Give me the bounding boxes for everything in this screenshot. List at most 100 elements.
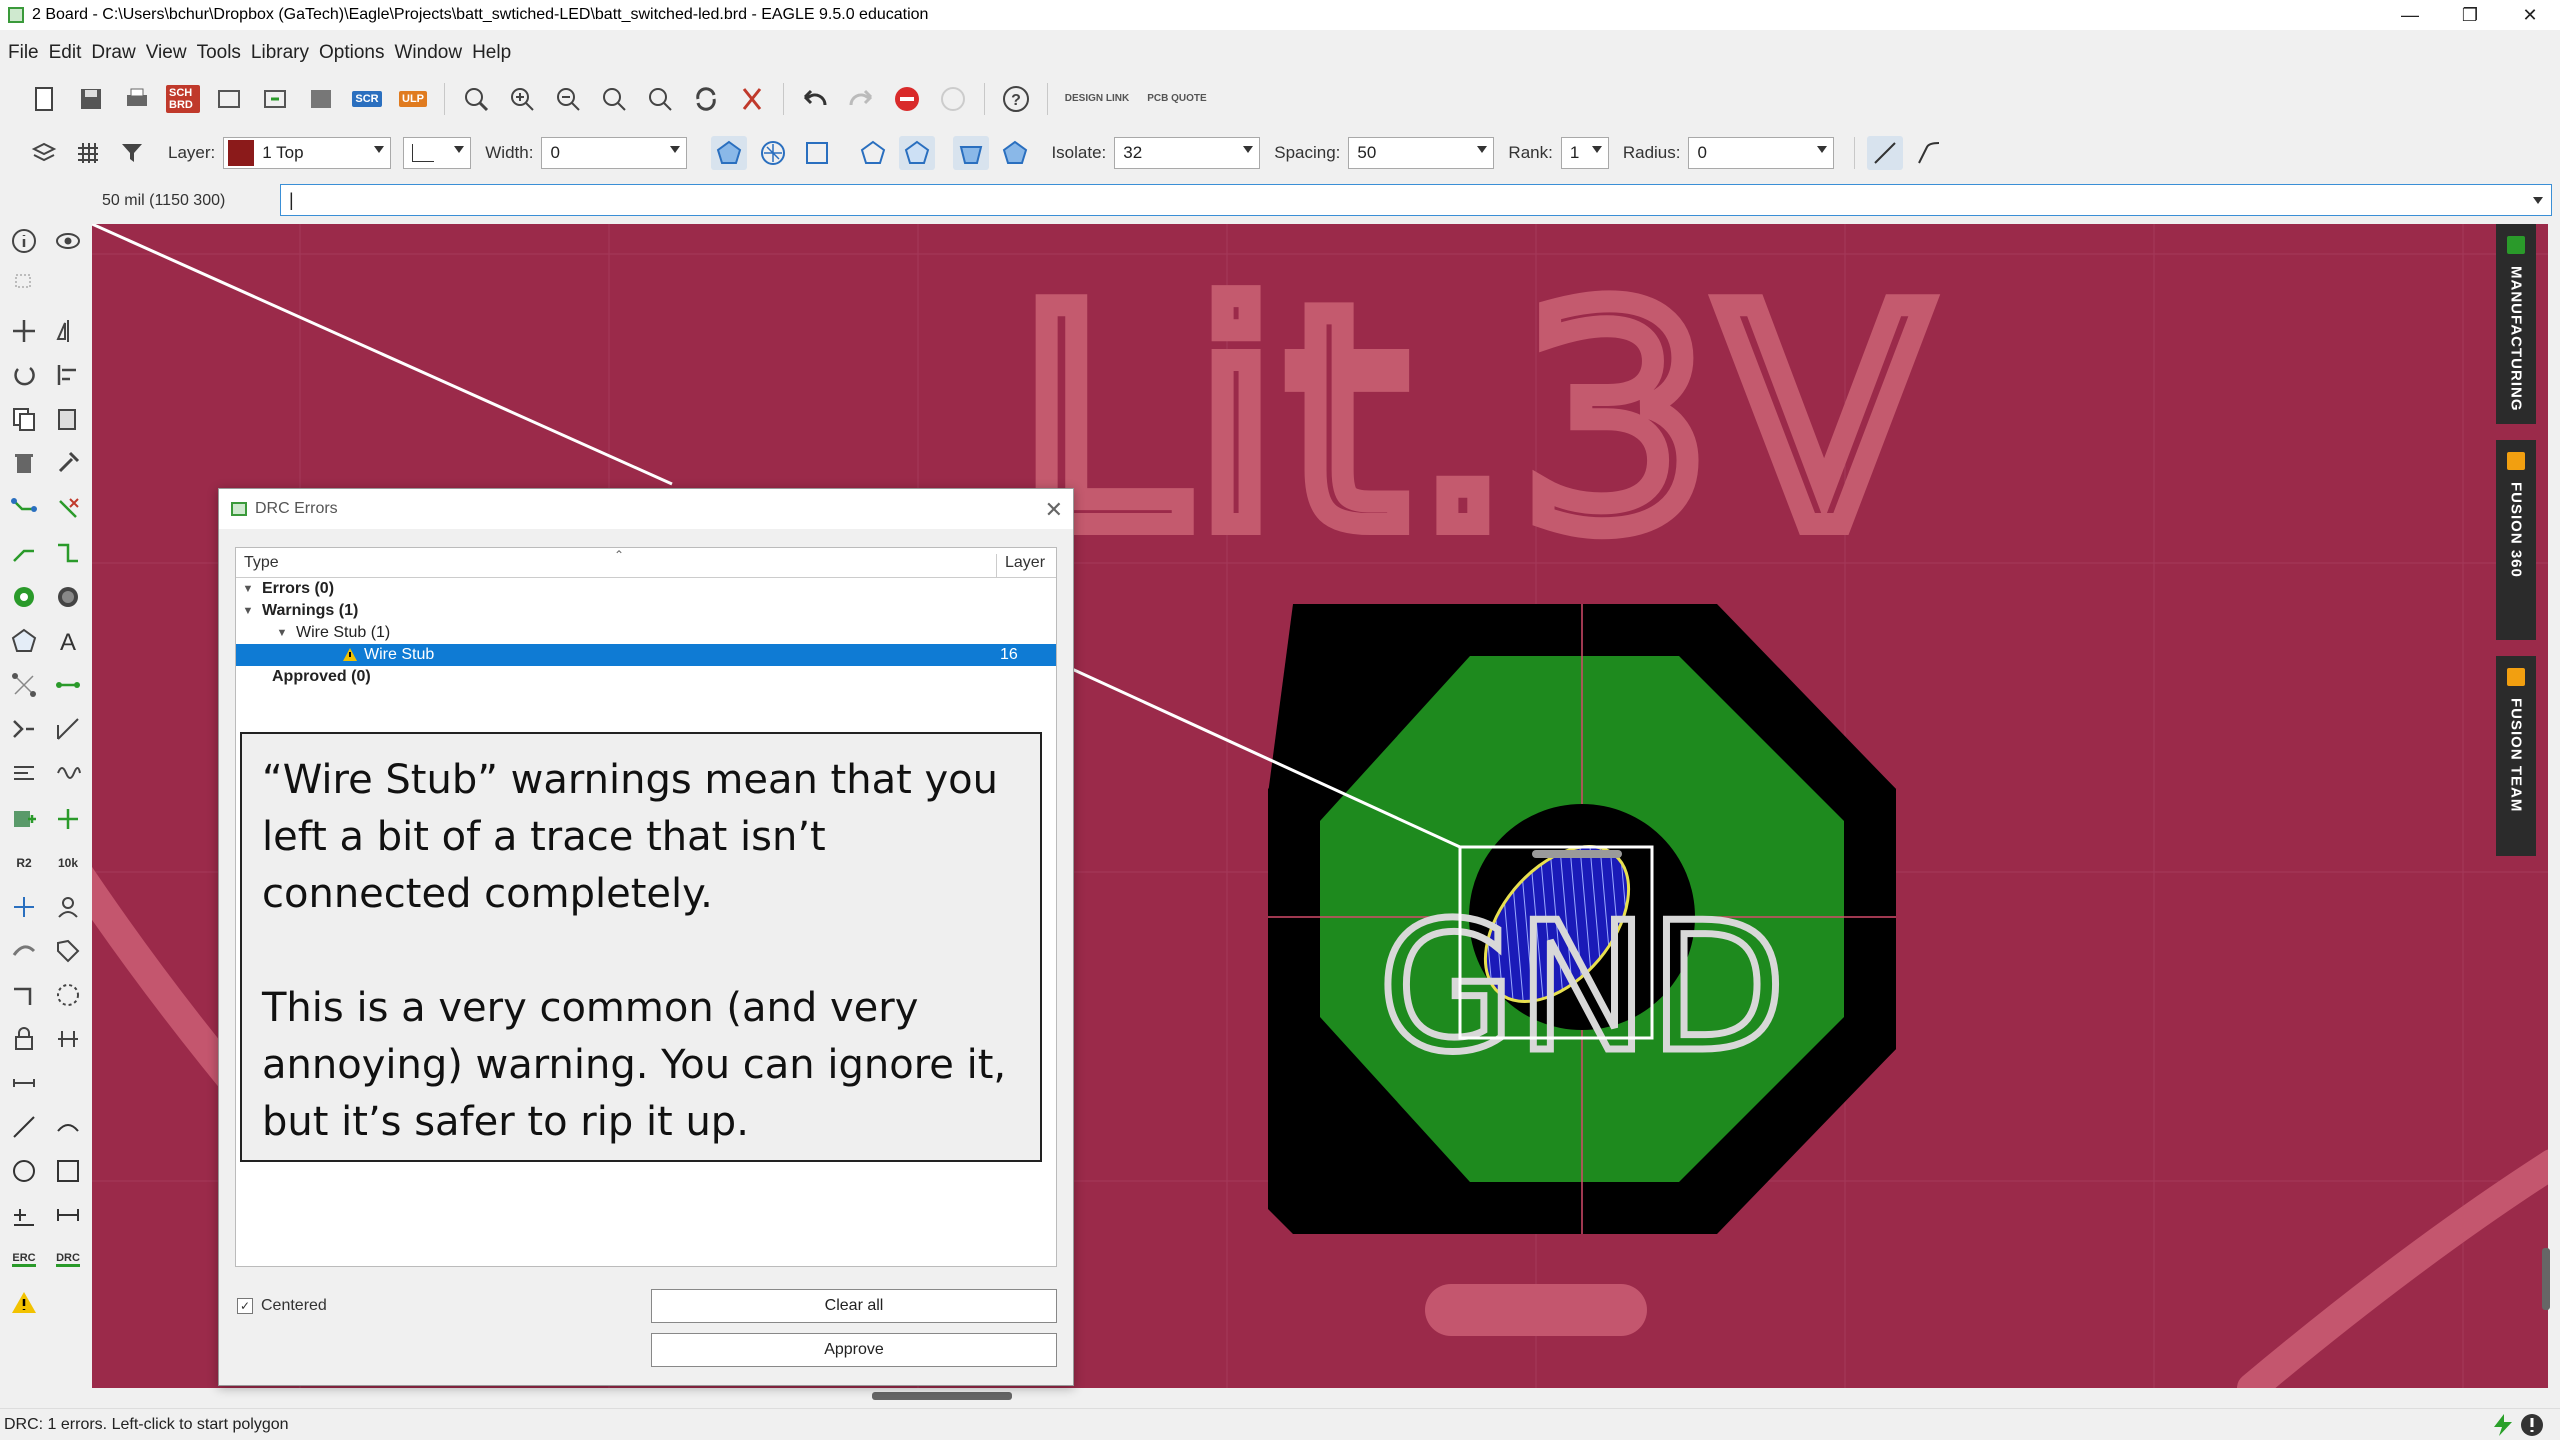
menu-library[interactable]: Library: [251, 42, 309, 64]
tab-manufacturing[interactable]: MANUFACTURING: [2496, 224, 2536, 424]
tree-row-wire-stub[interactable]: Wire Stub 16: [236, 644, 1056, 666]
vertical-scrollbar[interactable]: [2542, 1248, 2550, 1310]
stop-icon[interactable]: [890, 82, 924, 116]
expand-icon[interactable]: ▼: [242, 583, 254, 595]
name-icon[interactable]: R2: [6, 845, 42, 881]
wire-style-select[interactable]: [403, 137, 472, 169]
filter-icon[interactable]: [114, 136, 150, 170]
design-link-button[interactable]: DESIGN LINK: [1062, 82, 1132, 116]
signal-icon[interactable]: [6, 667, 42, 703]
cam-icon[interactable]: [212, 82, 246, 116]
value-icon[interactable]: 10k: [50, 845, 86, 881]
tree-row-errors[interactable]: ▼ Errors (0): [236, 578, 1056, 600]
save-icon[interactable]: [74, 82, 108, 116]
approve-button[interactable]: Approve: [651, 1333, 1057, 1367]
erc-icon[interactable]: ERC: [6, 1241, 42, 1277]
close-icon[interactable]: ✕: [1045, 497, 1063, 523]
arc-icon[interactable]: [50, 1109, 86, 1145]
zoom-in-icon[interactable]: [505, 82, 539, 116]
drc-icon[interactable]: DRC: [50, 1241, 86, 1277]
undo-icon[interactable]: [798, 82, 832, 116]
measure-icon[interactable]: [50, 1197, 86, 1233]
new-file-icon[interactable]: [28, 82, 62, 116]
change-icon[interactable]: [50, 445, 86, 481]
command-input[interactable]: |: [280, 184, 2552, 216]
warning-icon[interactable]: [6, 1285, 42, 1321]
move-icon[interactable]: [6, 313, 42, 349]
print-icon[interactable]: [120, 82, 154, 116]
menu-window[interactable]: Window: [394, 42, 462, 64]
spacing-select[interactable]: 50: [1348, 137, 1495, 169]
ripup-icon[interactable]: [50, 491, 86, 527]
meander-icon[interactable]: [50, 535, 86, 571]
split-icon[interactable]: [6, 711, 42, 747]
paste-icon[interactable]: [50, 401, 86, 437]
align-icon[interactable]: [50, 357, 86, 393]
thermals-on-icon[interactable]: [953, 136, 990, 170]
text-icon[interactable]: A: [50, 623, 86, 659]
isolate-select[interactable]: 32: [1114, 137, 1261, 169]
route-icon[interactable]: [6, 491, 42, 527]
menu-edit[interactable]: Edit: [49, 42, 82, 64]
rank-select[interactable]: 1: [1560, 137, 1609, 169]
layer-settings-icon[interactable]: [26, 136, 62, 170]
tree-row-wire-stub-group[interactable]: ▼ Wire Stub (1): [236, 622, 1056, 644]
zoom-fit-icon[interactable]: [459, 82, 493, 116]
help-icon[interactable]: ?: [999, 82, 1033, 116]
circle-icon[interactable]: [6, 1153, 42, 1189]
miter-icon[interactable]: [50, 711, 86, 747]
pour-solid-icon[interactable]: [711, 136, 748, 170]
zoom-select-icon[interactable]: [597, 82, 631, 116]
tab-fusion-team[interactable]: FUSION TEAM: [2496, 656, 2536, 856]
width-select[interactable]: 0: [541, 137, 688, 169]
mirror-icon[interactable]: [50, 313, 86, 349]
smash-icon[interactable]: [6, 889, 42, 925]
line-icon[interactable]: [6, 1109, 42, 1145]
column-layer[interactable]: Layer: [996, 554, 1056, 577]
lightning-icon[interactable]: [2490, 1413, 2516, 1437]
expand-icon[interactable]: ▼: [276, 627, 288, 639]
swap-icon[interactable]: [50, 889, 86, 925]
slice-icon[interactable]: [50, 755, 86, 791]
lock-icon[interactable]: [6, 1021, 42, 1057]
tab-fusion-360[interactable]: FUSION 360: [2496, 440, 2536, 640]
wire-icon[interactable]: [50, 667, 86, 703]
expand-icon[interactable]: ▼: [242, 605, 254, 617]
hole-icon[interactable]: [50, 579, 86, 615]
polygon-icon[interactable]: [6, 623, 42, 659]
copy-icon[interactable]: [6, 401, 42, 437]
replace-icon[interactable]: [50, 801, 86, 837]
redraw-icon[interactable]: [689, 82, 723, 116]
pinswap-icon[interactable]: [6, 933, 42, 969]
sch-brd-switch-icon[interactable]: SCH BRD: [166, 82, 200, 116]
rectangle-icon[interactable]: [50, 1153, 86, 1189]
group-icon[interactable]: [50, 977, 86, 1013]
tree-row-warnings[interactable]: ▼ Warnings (1): [236, 600, 1056, 622]
info-icon[interactable]: [6, 223, 42, 259]
show-icon[interactable]: [50, 223, 86, 259]
menu-file[interactable]: File: [8, 42, 39, 64]
centered-checkbox[interactable]: ✓: [237, 1298, 253, 1314]
layer-select[interactable]: 1 Top: [223, 137, 392, 169]
gateswap-icon[interactable]: [6, 977, 42, 1013]
minimize-button[interactable]: —: [2380, 0, 2440, 30]
menu-view[interactable]: View: [146, 42, 187, 64]
pour-outline-icon[interactable]: [799, 136, 835, 170]
ulp-icon[interactable]: ULP: [396, 82, 430, 116]
menu-options[interactable]: Options: [319, 42, 384, 64]
layer-swap-icon[interactable]: [50, 1021, 86, 1057]
via-icon[interactable]: [6, 579, 42, 615]
board-icon[interactable]: [304, 82, 338, 116]
dimension-icon[interactable]: [6, 1065, 42, 1101]
zoom-out-icon[interactable]: [551, 82, 585, 116]
ratsnest-icon[interactable]: [735, 82, 769, 116]
script-icon[interactable]: SCR: [350, 82, 384, 116]
export-icon[interactable]: [258, 82, 292, 116]
stop-status-icon[interactable]: [2520, 1413, 2546, 1437]
orphans-on-icon[interactable]: [899, 136, 936, 170]
tree-row-approved[interactable]: Approved (0): [236, 666, 1056, 688]
horizontal-scrollbar[interactable]: [872, 1392, 1012, 1400]
close-window-button[interactable]: ✕: [2500, 0, 2560, 30]
mark-icon[interactable]: [6, 1197, 42, 1233]
centered-checkbox-row[interactable]: ✓ Centered: [237, 1297, 327, 1315]
